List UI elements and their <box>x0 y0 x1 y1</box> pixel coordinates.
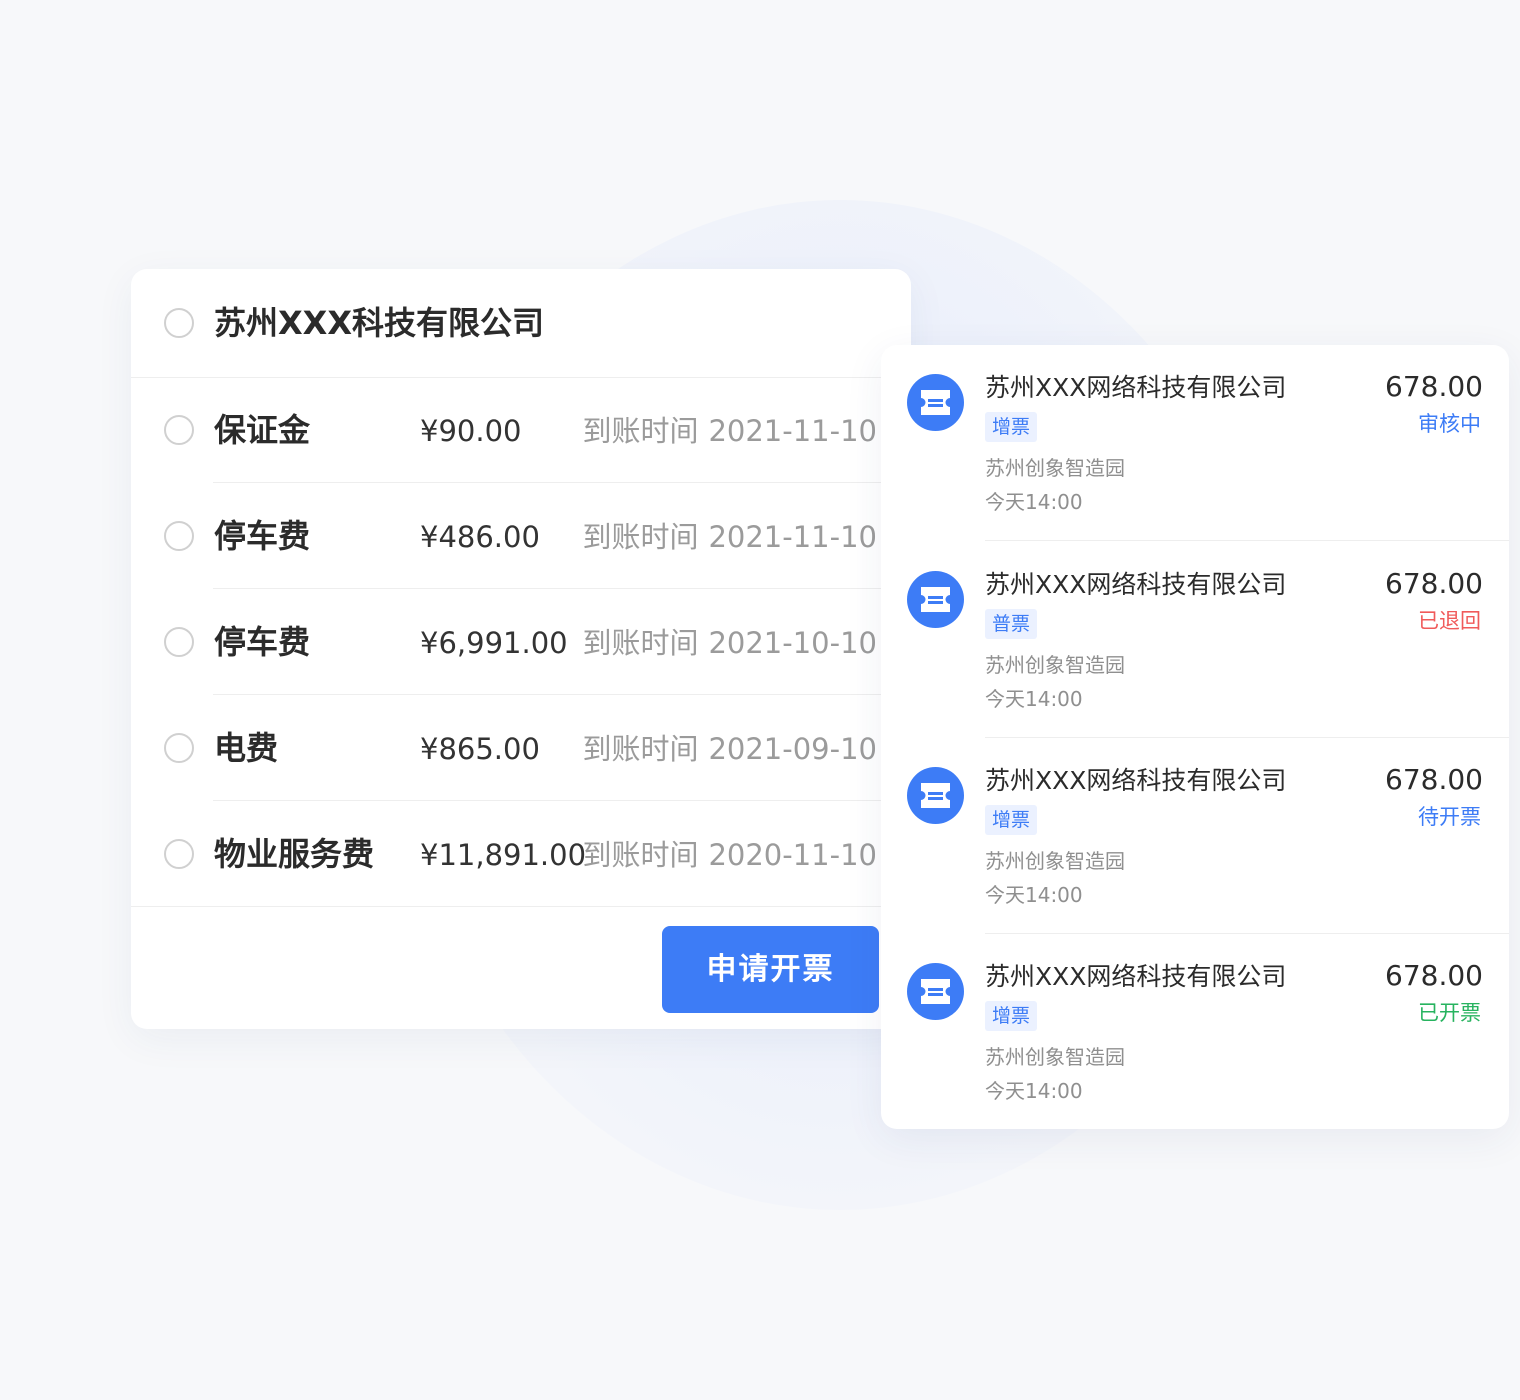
fee-name: 停车费 <box>214 623 311 661</box>
fee-row[interactable]: 电费 ¥865.00 到账时间 2021-09-10 <box>131 695 911 801</box>
arrival-date: 2021-11-10 <box>708 520 877 554</box>
invoice-status: 待开票 <box>1418 805 1481 829</box>
fee-amount: ¥865.00 <box>420 732 540 766</box>
fee-row[interactable]: 停车费 ¥6,991.00 到账时间 2021-10-10 <box>131 589 911 695</box>
invoice-status: 审核中 <box>1418 412 1481 436</box>
arrival-date: 2021-09-10 <box>708 732 877 766</box>
invoice-type-tag: 普票 <box>985 609 1038 639</box>
invoice-item[interactable]: 苏州XXX网络科技有限公司 增票 苏州创象智造园 今天14:00 678.00 … <box>881 738 1509 934</box>
invoice-time: 今天14:00 <box>985 1079 1083 1103</box>
apply-invoice-button[interactable]: 申请开票 <box>662 926 879 1013</box>
invoice-time: 今天14:00 <box>985 687 1083 711</box>
fee-radio[interactable] <box>164 839 194 869</box>
invoice-item[interactable]: 苏州XXX网络科技有限公司 增票 苏州创象智造园 今天14:00 678.00 … <box>881 345 1509 541</box>
fee-arrival-time: 到账时间 2021-09-10 <box>582 729 877 769</box>
fee-name: 物业服务费 <box>214 835 375 873</box>
ticket-icon <box>907 374 964 431</box>
invoice-amount: 678.00 <box>1385 763 1483 796</box>
invoice-amount: 678.00 <box>1385 959 1483 992</box>
fee-arrival-time: 到账时间 2020-11-10 <box>582 835 877 875</box>
fee-arrival-time: 到账时间 2021-11-10 <box>582 517 877 557</box>
invoice-type-tag: 增票 <box>985 412 1038 442</box>
invoice-type-tag: 增票 <box>985 805 1038 835</box>
arrival-date: 2020-11-10 <box>708 838 877 872</box>
arrival-time-label: 到账时间 <box>582 732 699 766</box>
arrival-time-label: 到账时间 <box>582 626 699 660</box>
ticket-icon <box>907 767 964 824</box>
invoice-company: 苏州XXX网络科技有限公司 <box>985 373 1287 402</box>
fee-amount: ¥90.00 <box>420 414 522 448</box>
company-radio[interactable] <box>164 308 194 338</box>
fee-radio[interactable] <box>164 415 194 445</box>
fee-row[interactable]: 物业服务费 ¥11,891.00 到账时间 2020-11-10 <box>131 801 911 907</box>
item-divider <box>985 540 1509 541</box>
invoice-item[interactable]: 苏州XXX网络科技有限公司 普票 苏州创象智造园 今天14:00 678.00 … <box>881 542 1509 738</box>
invoice-company: 苏州XXX网络科技有限公司 <box>985 962 1287 991</box>
fee-name: 电费 <box>214 729 279 767</box>
fee-list: 保证金 ¥90.00 到账时间 2021-11-10 停车费 ¥486.00 到账… <box>131 377 911 907</box>
ticket-icon <box>907 571 964 628</box>
arrival-date: 2021-10-10 <box>708 626 877 660</box>
fee-amount: ¥486.00 <box>420 520 540 554</box>
row-divider <box>131 906 911 907</box>
arrival-time-label: 到账时间 <box>582 414 699 448</box>
invoice-location: 苏州创象智造园 <box>985 1045 1125 1069</box>
invoice-list-card: 苏州XXX网络科技有限公司 增票 苏州创象智造园 今天14:00 678.00 … <box>881 345 1509 1129</box>
invoice-status: 已退回 <box>1418 609 1481 633</box>
fee-amount: ¥11,891.00 <box>420 838 587 872</box>
invoice-company: 苏州XXX网络科技有限公司 <box>985 766 1287 795</box>
fee-row[interactable]: 保证金 ¥90.00 到账时间 2021-11-10 <box>131 377 911 483</box>
invoice-location: 苏州创象智造园 <box>985 653 1125 677</box>
fee-radio[interactable] <box>164 521 194 551</box>
ticket-icon <box>907 963 964 1020</box>
company-name: 苏州XXX科技有限公司 <box>214 304 545 342</box>
invoice-status: 已开票 <box>1418 1001 1481 1025</box>
fee-radio[interactable] <box>164 627 194 657</box>
fee-row[interactable]: 停车费 ¥486.00 到账时间 2021-11-10 <box>131 483 911 589</box>
invoice-type-tag: 增票 <box>985 1001 1038 1031</box>
invoice-location: 苏州创象智造园 <box>985 456 1125 480</box>
fee-name: 保证金 <box>214 411 311 449</box>
fee-radio[interactable] <box>164 733 194 763</box>
company-row[interactable]: 苏州XXX科技有限公司 <box>131 269 911 378</box>
arrival-date: 2021-11-10 <box>708 414 877 448</box>
invoice-time: 今天14:00 <box>985 490 1083 514</box>
fee-arrival-time: 到账时间 2021-10-10 <box>582 623 877 663</box>
fee-amount: ¥6,991.00 <box>420 626 568 660</box>
fee-arrival-time: 到账时间 2021-11-10 <box>582 411 877 451</box>
arrival-time-label: 到账时间 <box>582 838 699 872</box>
billing-card: 苏州XXX科技有限公司 保证金 ¥90.00 到账时间 2021-11-10 停车… <box>131 269 911 1029</box>
arrival-time-label: 到账时间 <box>582 520 699 554</box>
invoice-time: 今天14:00 <box>985 883 1083 907</box>
invoice-amount: 678.00 <box>1385 370 1483 403</box>
invoice-company: 苏州XXX网络科技有限公司 <box>985 570 1287 599</box>
invoice-amount: 678.00 <box>1385 567 1483 600</box>
invoice-item[interactable]: 苏州XXX网络科技有限公司 增票 苏州创象智造园 今天14:00 678.00 … <box>881 934 1509 1130</box>
invoice-location: 苏州创象智造园 <box>985 849 1125 873</box>
fee-name: 停车费 <box>214 517 311 555</box>
